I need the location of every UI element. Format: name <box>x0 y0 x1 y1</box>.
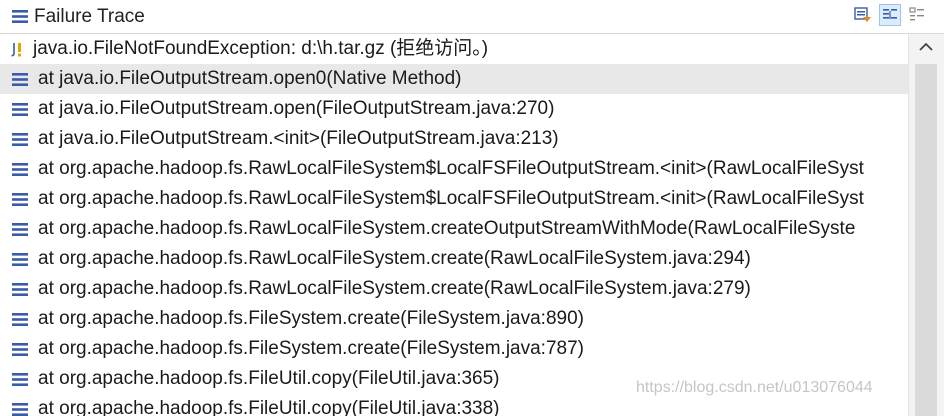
stack-frame-row[interactable]: at org.apache.hadoop.fs.FileSystem.creat… <box>0 304 908 334</box>
filter-trace-icon <box>883 9 897 19</box>
stack-frame-row[interactable]: at org.apache.hadoop.fs.RawLocalFileSyst… <box>0 244 908 274</box>
stack-frame-text: at java.io.FileOutputStream.open(FileOut… <box>38 98 555 119</box>
stack-frame-text: at java.io.FileOutputStream.open0(Native… <box>38 68 462 89</box>
stack-frame-icon <box>12 223 28 236</box>
stack-frame-row[interactable]: at org.apache.hadoop.fs.RawLocalFileSyst… <box>0 274 908 304</box>
panel-title: Failure Trace <box>34 6 145 27</box>
stack-frame-text: at org.apache.hadoop.fs.FileUtil.copy(Fi… <box>38 398 500 416</box>
stack-frame-icon <box>12 343 28 356</box>
stack-frame-row[interactable]: at org.apache.hadoop.fs.RawLocalFileSyst… <box>0 214 908 244</box>
exception-row[interactable]: java.io.FileNotFoundException: d:\h.tar.… <box>0 34 908 64</box>
watermark: https://blog.csdn.net/u013076044 <box>636 379 873 396</box>
vertical-scrollbar[interactable] <box>908 34 944 416</box>
stack-frame-text: at org.apache.hadoop.fs.FileSystem.creat… <box>38 338 584 359</box>
stack-frame-icon <box>12 163 28 176</box>
stack-frame-text: at org.apache.hadoop.fs.FileSystem.creat… <box>38 308 584 329</box>
more-options-button[interactable] <box>906 4 928 26</box>
stack-frame-text: at java.io.FileOutputStream.<init>(FileO… <box>38 128 559 149</box>
stack-frame-text: at org.apache.hadoop.fs.RawLocalFileSyst… <box>38 158 864 179</box>
stack-frame-icon <box>12 103 28 116</box>
stack-frame-text: at org.apache.hadoop.fs.RawLocalFileSyst… <box>38 218 856 239</box>
stack-frame-icon <box>12 403 28 416</box>
stack-frame-row[interactable]: at java.io.FileOutputStream.open(FileOut… <box>0 94 908 124</box>
exception-icon <box>11 43 21 57</box>
stack-frame-text: at org.apache.hadoop.fs.RawLocalFileSyst… <box>38 248 751 269</box>
stack-frame-icon <box>12 373 28 386</box>
stack-frame-row[interactable]: at org.apache.hadoop.fs.FileSystem.creat… <box>0 334 908 364</box>
stack-frame-icon <box>12 313 28 326</box>
scroll-up-arrow-icon[interactable] <box>917 40 935 54</box>
options-icon <box>909 7 924 21</box>
stack-frame-icon <box>12 193 28 206</box>
scroll-thumb[interactable] <box>915 64 937 416</box>
stack-frame-icon <box>12 133 28 146</box>
stack-frame-row[interactable]: at java.io.FileOutputStream.open0(Native… <box>0 64 908 94</box>
stack-frame-row[interactable]: at java.io.FileOutputStream.<init>(FileO… <box>0 124 908 154</box>
failure-trace-panel: Failure Trace java.io.FileNotFoundExcept… <box>0 0 944 416</box>
panel-header: Failure Trace <box>0 0 944 34</box>
stack-frame-icon <box>12 253 28 266</box>
exception-message: java.io.FileNotFoundException: d:\h.tar.… <box>33 38 489 59</box>
stack-frame-text: at org.apache.hadoop.fs.RawLocalFileSyst… <box>38 188 864 209</box>
filter-stack-button[interactable] <box>879 4 901 26</box>
stack-frame-icon <box>12 283 28 296</box>
compare-icon <box>854 7 871 22</box>
compare-result-button[interactable] <box>852 4 874 26</box>
stack-frame-text: at org.apache.hadoop.fs.RawLocalFileSyst… <box>38 278 751 299</box>
stack-frame-row[interactable]: at org.apache.hadoop.fs.RawLocalFileSyst… <box>0 154 908 184</box>
stack-frame-row[interactable]: at org.apache.hadoop.fs.RawLocalFileSyst… <box>0 184 908 214</box>
stack-frame-icon <box>12 73 28 86</box>
stack-frame-text: at org.apache.hadoop.fs.FileUtil.copy(Fi… <box>38 368 500 389</box>
stack-trace-icon <box>12 10 28 23</box>
